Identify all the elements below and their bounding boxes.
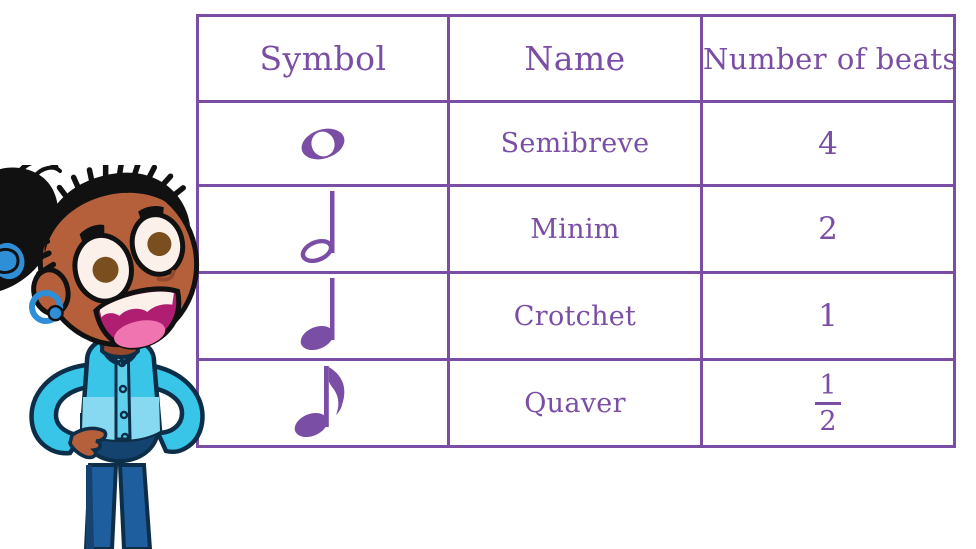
column-header-symbol: Symbol bbox=[196, 14, 450, 103]
face bbox=[37, 178, 200, 348]
note-name: Minim bbox=[447, 184, 703, 274]
mouth bbox=[93, 286, 182, 350]
quaver-note-icon bbox=[199, 361, 447, 445]
note-beats-fraction: 1 2 bbox=[700, 358, 956, 448]
shirt-lower-panel bbox=[82, 397, 160, 440]
shirt-buttons bbox=[117, 358, 130, 442]
eye-right bbox=[129, 212, 186, 277]
note-name: Semibreve bbox=[447, 100, 703, 187]
fraction-bar bbox=[815, 401, 841, 405]
hair-puff bbox=[0, 165, 62, 291]
table-row: Minim 2 bbox=[196, 184, 956, 274]
minim-note-icon bbox=[199, 187, 447, 271]
neck bbox=[99, 315, 141, 359]
crotchet-note-icon bbox=[199, 274, 447, 358]
shirt-hem bbox=[80, 413, 160, 464]
shirt-placket bbox=[114, 339, 132, 441]
note-beats: 2 bbox=[700, 184, 956, 274]
note-beats: 1 bbox=[700, 271, 956, 361]
earring-icon bbox=[28, 289, 64, 324]
note-name: Quaver bbox=[447, 358, 703, 448]
fraction-denominator: 2 bbox=[819, 405, 837, 437]
symbol-cell bbox=[196, 184, 450, 274]
braids bbox=[29, 165, 186, 277]
note-values-table: Symbol Name Number of beats Semibreve 4 … bbox=[196, 14, 957, 448]
nose bbox=[156, 269, 176, 282]
symbol-cell bbox=[196, 358, 450, 448]
symbol-cell bbox=[196, 100, 450, 187]
right-arm bbox=[143, 362, 205, 455]
collar-left bbox=[97, 335, 121, 365]
slide-canvas: Symbol Name Number of beats Semibreve 4 … bbox=[0, 0, 976, 549]
teeth bbox=[99, 291, 174, 318]
fraction-numerator: 1 bbox=[819, 369, 837, 401]
note-beats: 4 bbox=[700, 100, 956, 187]
ear bbox=[31, 267, 71, 316]
semibreve-note-icon bbox=[199, 103, 447, 184]
column-header-name: Name bbox=[447, 14, 703, 103]
tongue bbox=[114, 320, 166, 348]
eyebrow-left bbox=[79, 224, 105, 243]
table-row: Crotchet 1 bbox=[196, 271, 956, 361]
note-name: Crotchet bbox=[447, 271, 703, 361]
trousers bbox=[83, 463, 153, 549]
table-row: Semibreve 4 bbox=[196, 100, 956, 187]
table-header-row: Symbol Name Number of beats bbox=[196, 14, 957, 103]
column-header-beats: Number of beats bbox=[700, 14, 957, 103]
shirt-body bbox=[79, 334, 163, 443]
fraction-one-half: 1 2 bbox=[815, 369, 841, 437]
eye-left bbox=[72, 232, 134, 304]
symbol-cell bbox=[196, 271, 450, 361]
head bbox=[28, 165, 200, 350]
left-hand bbox=[68, 426, 108, 460]
hairline bbox=[44, 172, 191, 255]
hair-tie-accessory bbox=[0, 239, 28, 283]
left-arm bbox=[29, 362, 93, 456]
table-row: Quaver 1 2 bbox=[196, 358, 956, 448]
collar-right bbox=[120, 335, 143, 365]
eyebrow-right bbox=[138, 206, 164, 221]
